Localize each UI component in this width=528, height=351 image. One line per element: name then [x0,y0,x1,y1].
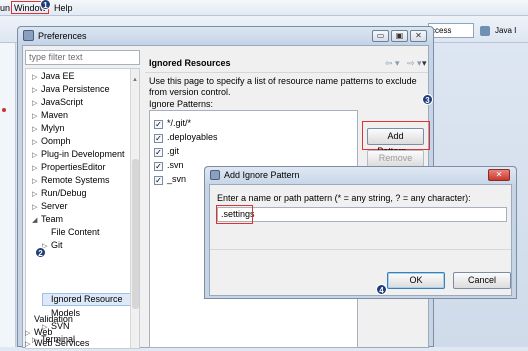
tree-item-oomph[interactable]: ▷ Oomph [32,135,71,149]
filter-input[interactable]: type filter text [25,50,140,65]
step-badge-2: 2 [35,247,46,258]
forward-arrow-icon[interactable]: ⇨ ▾ [407,57,422,69]
collapse-arrow-icon[interactable]: ◢ [32,215,41,227]
tree-item-file-content[interactable]: File Content [42,226,100,238]
scroll-up-icon[interactable]: ▲ [132,77,138,83]
tree-item-label: Oomph [41,136,71,146]
tree-item-label: PropertiesEditor [41,162,106,172]
view-menu-icon[interactable]: ▾ [422,57,427,69]
close-button[interactable]: ✕ [410,30,427,42]
tree-item-label: File Content [51,227,100,237]
tree-item-java-persistence[interactable]: ▷ Java Persistence [32,83,110,97]
pattern-checkbox[interactable]: ✓ [154,148,163,157]
tree-scroll-thumb[interactable] [132,159,139,309]
page-description: Use this page to specify a list of resou… [149,76,417,97]
menu-help[interactable]: Help [54,2,73,15]
tree-item-web-services[interactable]: ▷ Web Services [25,337,89,351]
pattern-row[interactable]: ✓ */.git/* [154,117,191,129]
quick-access-field[interactable]: ccess [428,23,474,38]
pattern-row[interactable]: ✓ .git [154,145,179,157]
tree-item-javascript[interactable]: ▷ JavaScript [32,96,83,110]
pattern-label: _svn [167,174,187,184]
tree-item-maven[interactable]: ▷ Maven [32,109,68,123]
tree-item-java-ee[interactable]: ▷ Java EE [32,70,75,84]
add-pattern-button[interactable]: Add Pattern... [367,128,424,156]
tree-item-team[interactable]: ◢ Team [32,213,63,227]
tree-item-label: Plug-in Development [41,149,125,159]
pattern-input-highlight [216,205,253,224]
pattern-row[interactable]: ✓ _svn [154,173,186,185]
minimize-button[interactable]: ▭ [372,30,389,42]
tree-item-label: Validation [34,314,73,324]
pattern-prompt: Enter a name or path pattern (* = any st… [217,193,471,203]
add-ignore-pattern-dialog: Add Ignore Pattern ✕ Enter a name or pat… [204,166,517,299]
tree-item-label: Team [41,214,64,224]
dialog-separator [210,249,511,250]
tree-item-plugin-development[interactable]: ▷ Plug-in Development [32,148,125,162]
step-badge-3: 3 [422,94,433,105]
page-title-separator [145,72,428,73]
tree-item-run-debug[interactable]: ▷ Run/Debug [32,187,87,201]
java-perspective-tab[interactable]: Java I [495,25,516,36]
preferences-tree: ▷ Java EE ▷ Java Persistence ▷ JavaScript ▷… [25,68,140,349]
dialog-title: Add Ignore Pattern [224,170,300,180]
tree-item-label: Java EE [41,71,75,81]
pattern-label: */.git/* [167,118,192,128]
tree-item-ignored-resources[interactable]: Ignored Resource [42,293,123,305]
menu-run[interactable]: un [0,2,10,15]
tree-item-label: Ignored Resource [51,294,123,304]
menu-bar: un Window Help [0,0,528,16]
tree-item-label: Run/Debug [41,188,87,198]
tree-item-label: Git [51,240,63,250]
ignore-patterns-label: Ignore Patterns: [149,99,214,109]
workbench-left-strip [0,43,16,347]
pattern-row[interactable]: ✓ .svn [154,159,184,171]
tree-item-label: Maven [41,110,69,120]
tree-item-validation[interactable]: Validation [25,313,73,325]
pattern-checkbox[interactable]: ✓ [154,176,163,185]
preferences-titlebar: Preferences ▭ ▣ ✕ [18,27,433,45]
tree-item-mylyn[interactable]: ▷ Mylyn [32,122,65,136]
tree-item-remote-systems[interactable]: ▷ Remote Systems [32,174,110,188]
dialog-titlebar: Add Ignore Pattern ✕ [205,167,516,184]
remove-button[interactable]: Remove [367,150,424,167]
error-marker-icon [2,108,6,112]
tree-item-label: Server [41,201,68,211]
pattern-checkbox[interactable]: ✓ [154,134,163,143]
pattern-label: .git [167,146,180,156]
maximize-button[interactable]: ▣ [391,30,408,42]
tree-item-label: JavaScript [41,97,84,107]
open-perspective-icon[interactable] [480,26,490,36]
pattern-input[interactable]: .settings [217,207,507,222]
ok-button[interactable]: OK [387,272,445,289]
tree-item-label: Remote Systems [41,175,110,185]
page-title: Ignored Resources [149,58,231,68]
dialog-window-icon [210,170,220,180]
dialog-close-button[interactable]: ✕ [488,169,510,181]
tree-item-server[interactable]: ▷ Server [32,200,68,214]
pattern-checkbox[interactable]: ✓ [154,162,163,171]
step-badge-4: 4 [376,284,387,295]
cancel-button[interactable]: Cancel [453,272,511,289]
preferences-title: Preferences [38,31,87,41]
expand-arrow-icon[interactable]: ▷ [25,339,34,351]
tree-item-label: Web [34,327,53,337]
tree-item-label: Java Persistence [41,84,110,94]
pattern-checkbox[interactable]: ✓ [154,120,163,129]
pattern-label: .deployables [167,132,218,142]
tree-scrollbar[interactable]: ▲ [130,69,139,348]
tree-item-properties-editor[interactable]: ▷ PropertiesEditor [32,161,106,175]
pattern-label: .svn [167,160,184,170]
pattern-row[interactable]: ✓ .deployables [154,131,218,143]
dialog-body: Enter a name or path pattern (* = any st… [209,184,512,296]
back-arrow-icon[interactable]: ⇦ ▾ [385,57,400,69]
preferences-window-icon [23,30,34,41]
tree-item-label: Mylyn [41,123,65,133]
